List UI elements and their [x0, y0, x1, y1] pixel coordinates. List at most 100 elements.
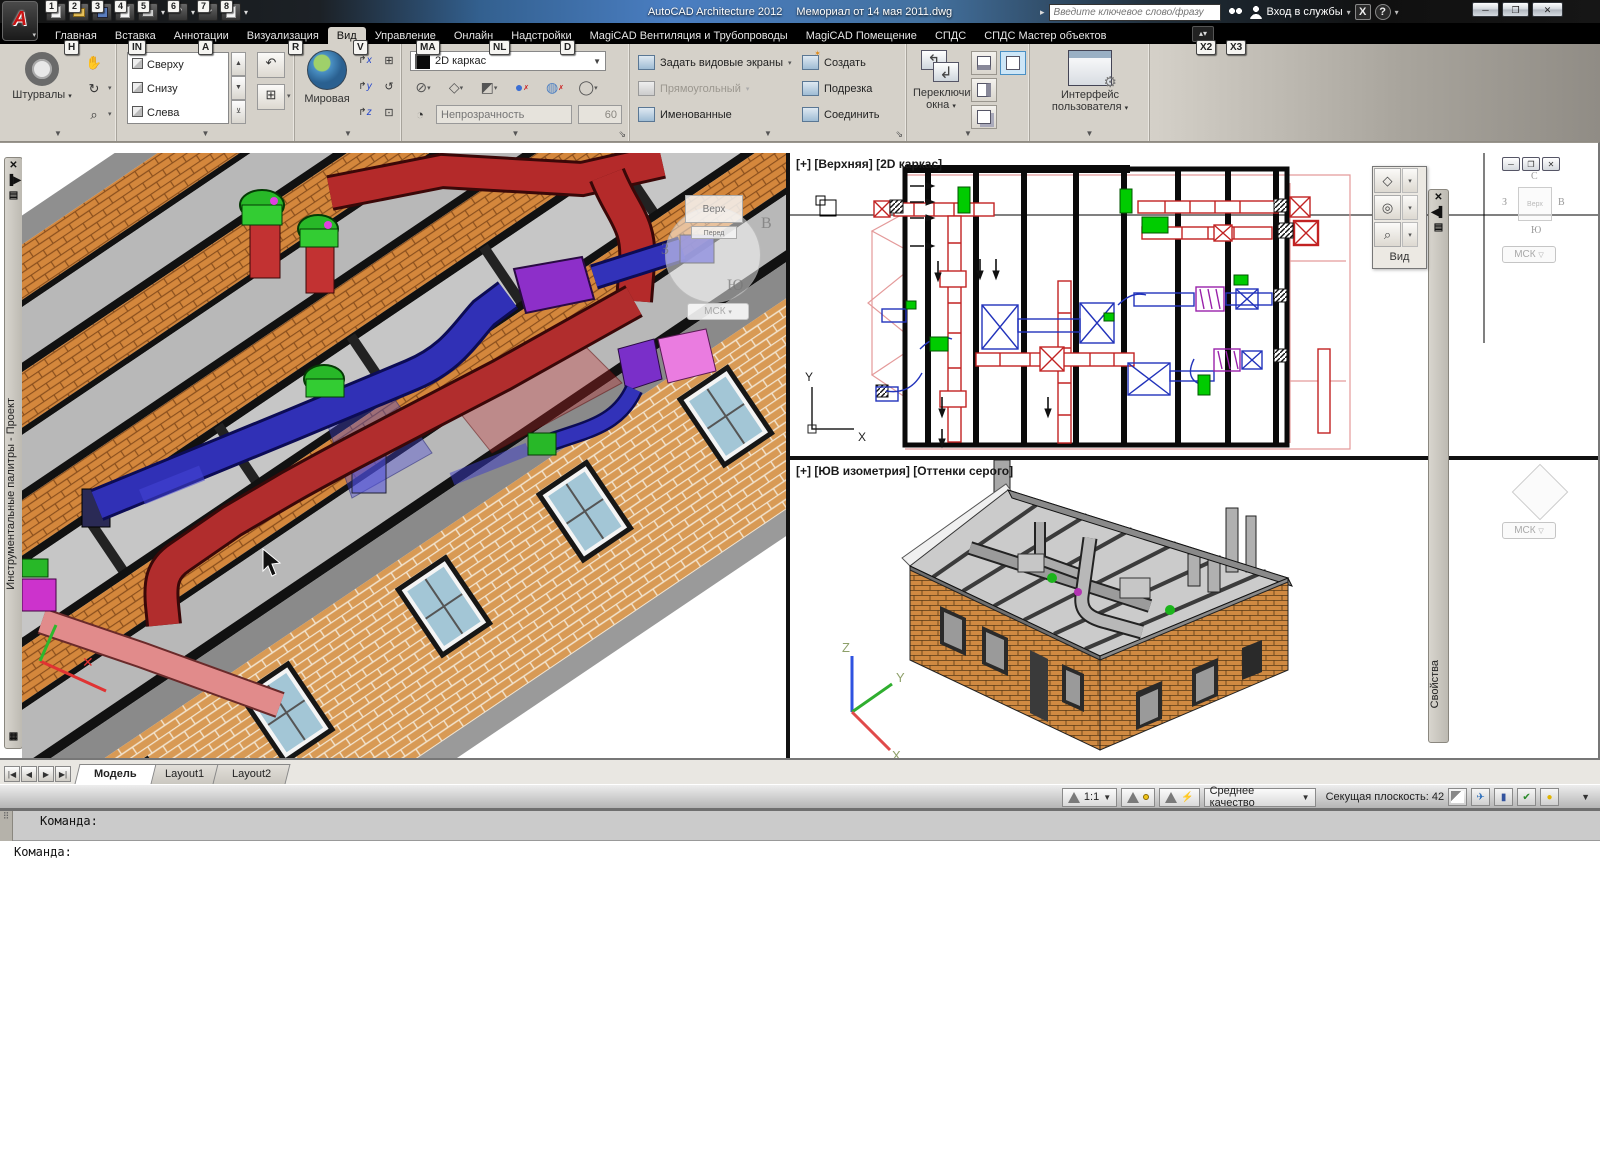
properties-close-icon[interactable]: ✕	[1429, 190, 1448, 205]
viewcube-top-face[interactable]: Верх	[685, 195, 743, 223]
tab-layout1[interactable]: Layout1	[145, 764, 224, 784]
last-tab-button[interactable]: ▶|	[55, 766, 71, 782]
lamp-brightness-button[interactable]: ●	[1540, 788, 1560, 806]
qat-customize-icon[interactable]: ▾	[244, 8, 248, 17]
viewport-iso-label[interactable]: [+] [ЮВ изометрия] [Оттенки серого]	[796, 464, 1013, 478]
annotation-scale-button[interactable]: 1:1 ▼	[1061, 787, 1118, 807]
exchange-apps-icon[interactable]: X	[1354, 4, 1371, 20]
tab-magicad-room[interactable]: MagiCAD Помещение	[797, 27, 926, 44]
palette-close-icon[interactable]: ✕	[5, 158, 22, 173]
surface-hatch-toggle[interactable]	[1448, 788, 1468, 806]
opacity-field[interactable]	[436, 105, 572, 124]
tab-layout2[interactable]: Layout2	[212, 764, 291, 784]
panel-ui-expander[interactable]: ▼	[1030, 128, 1149, 140]
undo-button[interactable]: ↶6	[167, 0, 189, 21]
hidden-objects-toggle[interactable]: ▮	[1494, 788, 1514, 806]
plot-button[interactable]: 5	[137, 0, 158, 21]
view-item-bottom[interactable]: Снизу	[128, 77, 228, 101]
close-button[interactable]: ✕	[1532, 2, 1563, 17]
viewport-iso[interactable]: [+] [ЮВ изометрия] [Оттенки серого] Z Y …	[790, 459, 1598, 763]
panel-windows-expander[interactable]: ▼	[907, 128, 1029, 140]
user-interface-button[interactable]: Интерфейспользователя ▾	[1044, 50, 1136, 115]
opacity-toggle-button[interactable]: ◔	[408, 104, 432, 126]
redo-button[interactable]: ↷7	[197, 0, 219, 21]
signin-button[interactable]: Вход в службы	[1267, 6, 1343, 18]
undo-dropdown-icon[interactable]: ▾	[191, 8, 195, 17]
tab-magicad-ventilation[interactable]: MagiCAD Вентиляция и Трубопроводы	[581, 27, 797, 44]
next-tab-button[interactable]: ▶	[38, 766, 54, 782]
orbit-dropdown-icon[interactable]: ▾	[108, 84, 112, 92]
tab-vizualizaciya[interactable]: Визуализация	[238, 27, 328, 44]
tool-palettes-bar[interactable]: ✕ ▐▶ ▤ Инструментальные палитры - Проект…	[4, 157, 23, 749]
ucs-y-button[interactable]: ↱y	[353, 76, 377, 98]
switch-windows-button[interactable]: ↰↲ Переключитьокна ▾	[913, 50, 981, 113]
zoom-dropdown-icon[interactable]: ▾	[108, 110, 112, 118]
plot-dropdown-icon[interactable]: ▾	[161, 8, 165, 17]
main-viewcube[interactable]: Верх Перед З Ю В МСК ▾	[655, 193, 785, 333]
doc-restore-button[interactable]: ❐	[1522, 157, 1540, 171]
zoom-extents-button[interactable]: ⌕	[1374, 222, 1401, 247]
saveas-button[interactable]: 4	[114, 0, 135, 21]
rectangular-viewport-button[interactable]: Прямоугольный ▾	[638, 81, 749, 96]
highlights-button[interactable]: ◍✗	[542, 77, 568, 99]
panel-views-expander[interactable]: ▼	[117, 128, 294, 140]
open-button[interactable]: 2	[68, 0, 89, 21]
prev-tab-button[interactable]: ◀	[21, 766, 37, 782]
palette-autohide-icon[interactable]: ▐▶	[5, 173, 22, 188]
panel-visual-launcher-icon[interactable]: ⇘	[618, 129, 626, 140]
top-ucs-dropdown[interactable]: МСК ▽	[1502, 246, 1556, 263]
ucs-named-button[interactable]: ⊞	[377, 50, 401, 72]
view-manager-button[interactable]: ⊞	[257, 84, 285, 110]
search-input[interactable]	[1048, 3, 1221, 21]
compass-west[interactable]: З	[661, 241, 669, 259]
named-view-dropdown-icon[interactable]: ▾	[1402, 195, 1418, 220]
iso-ucs-dropdown[interactable]: МСК ▽	[1502, 522, 1556, 539]
xray-button[interactable]: ◇▾	[443, 77, 469, 99]
tab-spds[interactable]: СПДС	[926, 27, 975, 44]
tile-horizontal-button[interactable]	[971, 51, 997, 75]
properties-autohide-icon[interactable]: ◀▌	[1429, 205, 1448, 220]
cascade-windows-button[interactable]	[971, 105, 997, 129]
main-ucs-dropdown[interactable]: МСК ▾	[687, 303, 749, 320]
infocenter-expand-icon[interactable]: ▸	[1040, 7, 1045, 18]
ucs-world-button[interactable]: Мировая	[299, 50, 355, 105]
workspace-button[interactable]: 8	[220, 0, 242, 21]
orbit-button[interactable]: ↻	[82, 78, 106, 100]
panel-viewports-expander[interactable]: ▼	[630, 128, 906, 140]
panel-wheels-expander[interactable]: ▼	[0, 128, 116, 140]
panel-coords-expander[interactable]: ▼	[295, 128, 401, 140]
properties-palette-bar[interactable]: ✕ ◀▌ ▤ Свойства	[1428, 189, 1449, 743]
tab-model[interactable]: Модель	[74, 764, 157, 784]
viewport-main[interactable]: ✕ Верх Перед З Ю В МСК ▾	[22, 153, 786, 759]
view-style-dropdown-icon[interactable]: ▾	[1402, 168, 1418, 193]
signin-dropdown-icon[interactable]: ▾	[1347, 8, 1351, 17]
first-tab-button[interactable]: |◀	[4, 766, 20, 782]
layout-export-button[interactable]: ✔	[1517, 788, 1537, 806]
zoom-dropdown-icon[interactable]: ▾	[1402, 222, 1418, 247]
view-item-left[interactable]: Слева	[128, 101, 228, 125]
application-menu-button[interactable]: A ▾	[2, 1, 38, 41]
minimize-button[interactable]: ─	[1472, 2, 1499, 17]
ucs-object-button[interactable]: ⊡	[377, 102, 401, 124]
qnew-button[interactable]: 1	[45, 0, 66, 21]
compass-south[interactable]: Ю	[727, 277, 743, 295]
tile-vertical-button[interactable]	[971, 78, 997, 102]
tab-spds-master[interactable]: СПДС Мастер объектов	[975, 27, 1115, 44]
doc-minimize-button[interactable]: ─	[1502, 157, 1520, 171]
named-viewports-button[interactable]: Именованные	[638, 107, 732, 122]
help-dropdown-icon[interactable]: ▾	[1395, 8, 1399, 17]
named-view-button[interactable]: ◎	[1374, 195, 1401, 220]
doc-close-button[interactable]: ✕	[1542, 157, 1560, 171]
top-viewcube[interactable]: Верх	[1518, 187, 1552, 221]
materials-button[interactable]: ◯▾	[575, 77, 601, 99]
panel-visual-expander[interactable]: ▼	[402, 128, 629, 140]
display-quality-dropdown[interactable]: Среднее качество ▼	[1203, 785, 1316, 809]
search-icon[interactable]	[1225, 3, 1245, 21]
isolines-button[interactable]: ⊘▾	[410, 77, 436, 99]
edge-color-button[interactable]: ◩▾	[476, 77, 502, 99]
create-viewport-button[interactable]: Создать	[802, 49, 866, 70]
view-item-top[interactable]: Сверху	[128, 53, 228, 77]
zoom-button[interactable]: ⌕	[82, 104, 106, 126]
cutplane-toggle[interactable]: ✈	[1471, 788, 1491, 806]
set-viewports-button[interactable]: Задать видовые экраны ▾	[638, 55, 792, 70]
